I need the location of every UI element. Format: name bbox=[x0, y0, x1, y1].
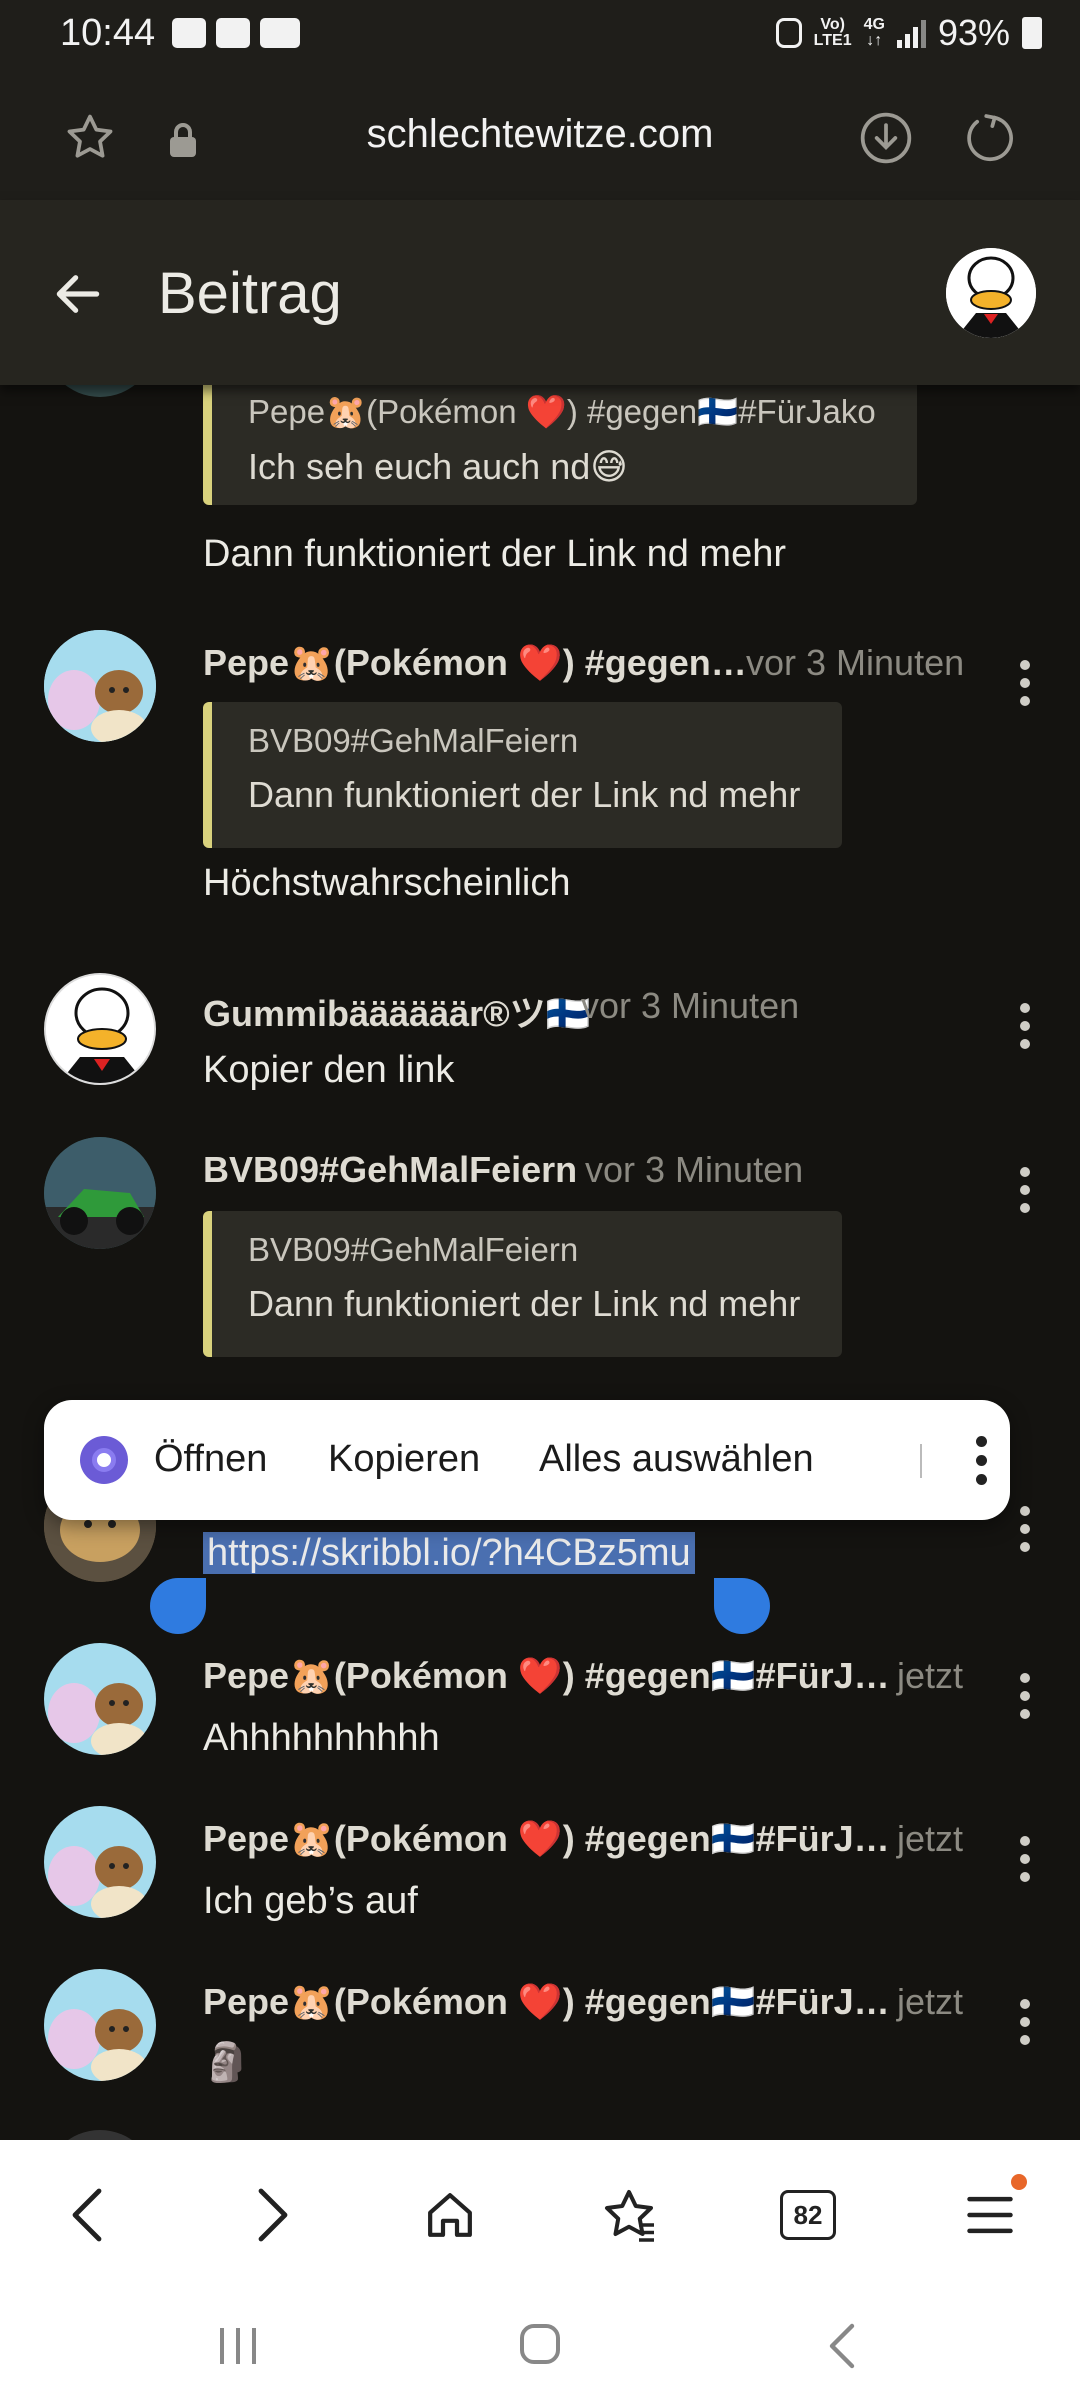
download-icon[interactable] bbox=[856, 108, 916, 168]
open-menu-item[interactable]: Öffnen bbox=[154, 1438, 267, 1481]
app-header: Beitrag bbox=[0, 200, 1080, 385]
author-name[interactable]: Pepe🐹(Pokémon ❤️) #gegen… bbox=[203, 642, 747, 684]
link-url[interactable]: https://skribbl.io/?h4CBz5mu bbox=[203, 1532, 695, 1574]
avatar[interactable] bbox=[44, 2130, 156, 2140]
post-time: jetzt bbox=[897, 1818, 964, 1859]
post-time: vor 3 Minuten bbox=[746, 642, 965, 683]
quote-box: BVB09#GehMalFeiern Dann funktioniert der… bbox=[203, 1211, 842, 1357]
message-text: Höchstwahrscheinlich bbox=[203, 862, 571, 904]
message-text: Kopier den link bbox=[203, 1049, 455, 1091]
more-options-icon[interactable] bbox=[1020, 660, 1032, 714]
bookmarks-icon[interactable] bbox=[594, 2180, 664, 2250]
text-selection-menu: Öffnen Kopieren Alles auswählen bbox=[44, 1400, 1010, 1520]
tab-count: 82 bbox=[793, 2199, 823, 2230]
author-name[interactable]: Gummibäääääär®ツ🇫🇮 bbox=[203, 985, 591, 1037]
more-options-icon[interactable] bbox=[1020, 1506, 1032, 1560]
gallery-notification-icon bbox=[172, 18, 206, 48]
more-options-icon[interactable] bbox=[1020, 1999, 1032, 2053]
comment-feed[interactable]: Pepe🐹(Pokémon ❤️) #gegen🇫🇮#FürJako Ich s… bbox=[0, 385, 1080, 2140]
quote-author: BVB09#GehMalFeiern bbox=[248, 1231, 579, 1268]
more-options-icon[interactable] bbox=[1020, 1167, 1032, 1221]
author-name[interactable]: Pepe🐹(Pokémon ❤️) #gegen🇫🇮#FürJ… bbox=[203, 1655, 890, 1697]
browser-toolbar: 82 bbox=[0, 2140, 1080, 2280]
avatar[interactable] bbox=[44, 630, 156, 742]
home-icon[interactable] bbox=[415, 2180, 485, 2250]
select-all-menu-item[interactable]: Alles auswählen bbox=[539, 1438, 814, 1481]
network-gen-indicator: 4G ↓↑ bbox=[863, 16, 885, 49]
back-arrow-icon[interactable] bbox=[50, 266, 106, 327]
tabs-button[interactable]: 82 bbox=[773, 2180, 843, 2250]
home-button-icon[interactable] bbox=[516, 2320, 564, 2373]
message-text: Dann funktioniert der Link nd mehr bbox=[203, 533, 786, 575]
url-domain[interactable]: schlechtewitze.com bbox=[0, 112, 1080, 157]
message-text: 🗿 bbox=[203, 2042, 251, 2084]
page-title: Beitrag bbox=[158, 261, 342, 326]
signal-icon bbox=[896, 18, 926, 48]
recent-apps-icon[interactable] bbox=[214, 2324, 262, 2373]
notification-dot bbox=[1011, 2174, 1027, 2190]
menu-divider bbox=[920, 1444, 922, 1478]
quote-box: BVB09#GehMalFeiern Dann funktioniert der… bbox=[203, 702, 842, 848]
url-bar: schlechtewitze.com bbox=[0, 70, 1080, 200]
more-options-icon[interactable] bbox=[1020, 1003, 1032, 1057]
volte-indicator: Vo) LTE1 bbox=[813, 16, 852, 49]
avatar[interactable] bbox=[44, 973, 156, 1085]
post-time: jetzt bbox=[897, 1655, 964, 1696]
data-saver-icon bbox=[775, 18, 802, 48]
status-right: Vo) LTE1 4G ↓↑ 93% bbox=[775, 12, 1042, 54]
message-text: Ahhhhhhhhhh bbox=[203, 1717, 440, 1759]
more-options-icon[interactable] bbox=[1020, 1673, 1032, 1727]
quote-author: Pepe🐹(Pokémon ❤️) #gegen🇫🇮#FürJako bbox=[248, 393, 876, 430]
selected-link-text[interactable]: https://skribbl.io/?h4CBz5mu bbox=[203, 1532, 695, 1575]
battery-icon bbox=[1022, 17, 1042, 49]
avatar[interactable] bbox=[44, 385, 156, 397]
message-text: Ich geb’s auf bbox=[203, 1880, 418, 1922]
reload-icon[interactable] bbox=[960, 108, 1020, 168]
more-options-icon[interactable] bbox=[1020, 1836, 1032, 1890]
copy-menu-item[interactable]: Kopieren bbox=[328, 1438, 480, 1481]
system-navigation-bar bbox=[0, 2280, 1080, 2408]
notification-icons bbox=[172, 18, 300, 48]
post-time: vor 3 Minuten bbox=[585, 1149, 804, 1190]
video-notification-icon bbox=[216, 18, 250, 48]
menu-icon[interactable] bbox=[955, 2174, 1027, 2250]
avatar[interactable] bbox=[44, 1137, 156, 1249]
author-name[interactable]: BVB09#GehMalFeiern bbox=[203, 1149, 577, 1191]
avatar[interactable] bbox=[44, 1969, 156, 2081]
back-icon[interactable] bbox=[52, 2180, 122, 2250]
quote-text: Ich seh euch auch nd😅 bbox=[248, 446, 628, 487]
post-time: vor 3 Minuten bbox=[581, 985, 800, 1026]
quote-box: Pepe🐹(Pokémon ❤️) #gegen🇫🇮#FürJako Ich s… bbox=[203, 385, 917, 505]
more-vert-icon[interactable] bbox=[976, 1436, 988, 1493]
quote-text: Dann funktioniert der Link nd mehr bbox=[248, 774, 801, 815]
post-time: jetzt bbox=[897, 1981, 964, 2022]
system-back-icon[interactable] bbox=[822, 2320, 862, 2377]
author-name[interactable]: Pepe🐹(Pokémon ❤️) #gegen🇫🇮#FürJ… bbox=[203, 1818, 890, 1860]
avatar[interactable] bbox=[44, 1643, 156, 1755]
tabs-icon: 82 bbox=[780, 2190, 836, 2240]
forward-icon[interactable] bbox=[238, 2180, 308, 2250]
selection-end-handle[interactable] bbox=[714, 1578, 770, 1634]
status-time: 10:44 bbox=[60, 12, 156, 54]
quote-text: Dann funktioniert der Link nd mehr bbox=[248, 1283, 801, 1324]
avatar[interactable] bbox=[44, 1806, 156, 1918]
author-name[interactable]: Pepe🐹(Pokémon ❤️) #gegen🇫🇮#FürJ… bbox=[203, 1981, 890, 2023]
selection-start-handle[interactable] bbox=[150, 1578, 206, 1634]
quote-author: BVB09#GehMalFeiern bbox=[248, 722, 579, 759]
user-avatar[interactable] bbox=[946, 248, 1036, 338]
battery-percent: 93% bbox=[937, 12, 1010, 53]
browser-logo-icon bbox=[80, 1436, 128, 1484]
status-bar: 10:44 Vo) LTE1 4G ↓↑ 93% bbox=[0, 0, 1080, 70]
youtube-notification-icon bbox=[260, 18, 300, 48]
